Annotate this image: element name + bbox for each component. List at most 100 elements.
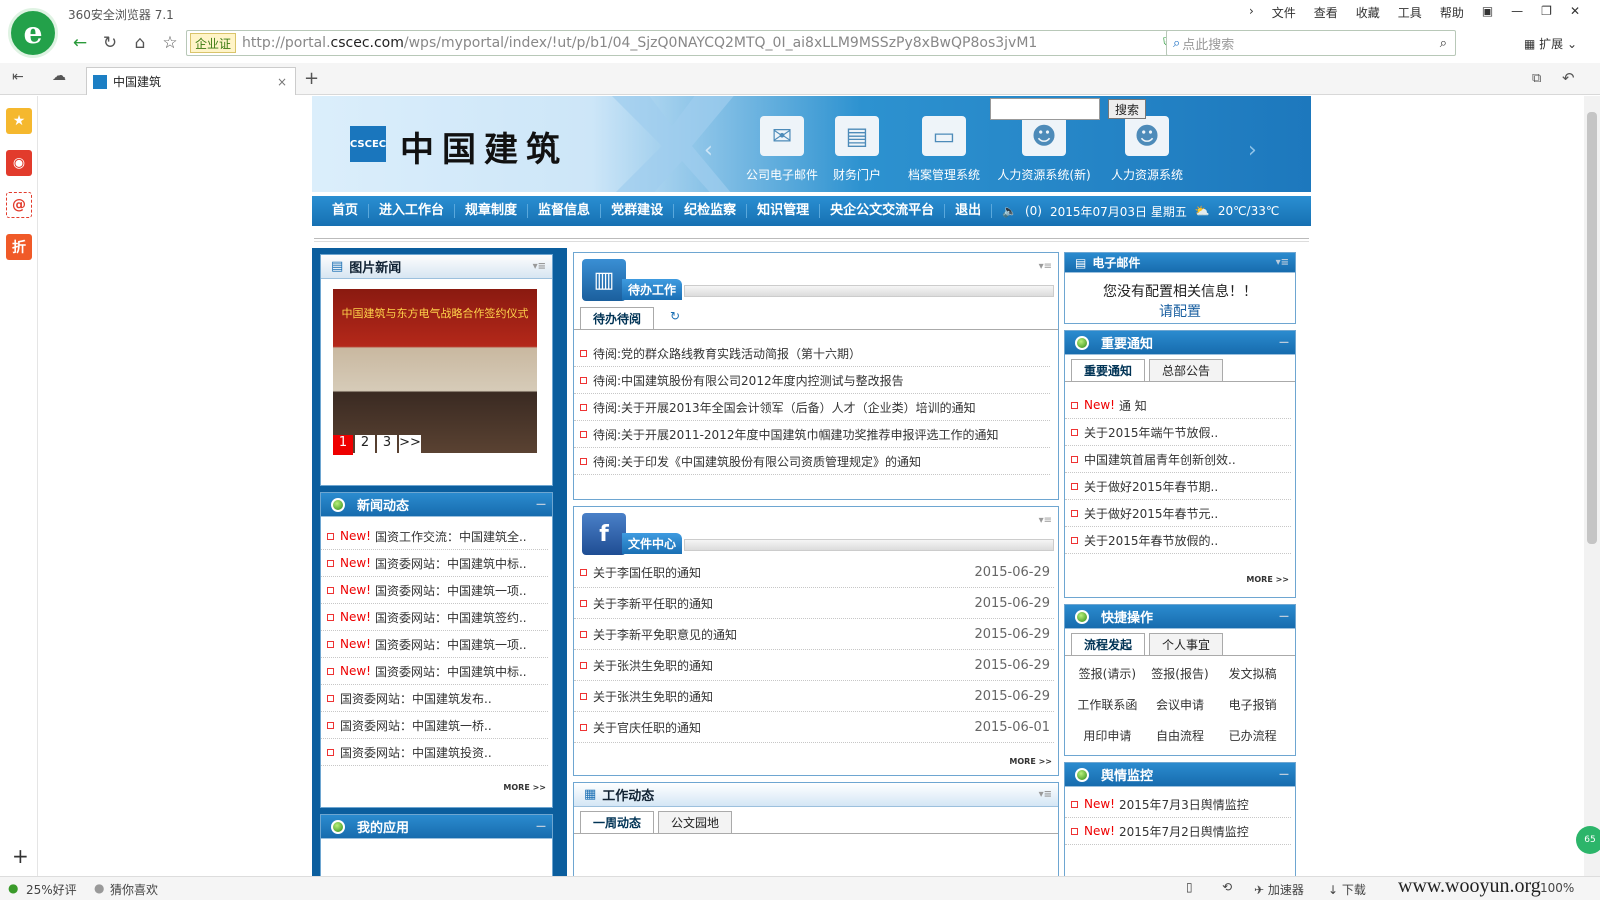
notice-item-text[interactable]: 关于2015年端午节放假.. xyxy=(1084,424,1218,441)
panel-menu-icon[interactable]: ▾≡ xyxy=(1039,261,1052,272)
banner-link-email[interactable]: ✉ 公司电子邮件 xyxy=(742,116,822,183)
skin-icon[interactable]: ▣ xyxy=(1482,4,1493,21)
file-item-text[interactable]: 关于张洪生免职的通知 xyxy=(593,688,713,705)
address-bar[interactable]: 企业证 http://portal.cscec.com/wps/myportal… xyxy=(186,30,1196,56)
new-tab-button[interactable]: + xyxy=(304,68,319,89)
menu-tools[interactable]: 工具 xyxy=(1398,4,1422,21)
todo-item-text[interactable]: 待阅:党的群众路线教育实践活动简报（第十六期） xyxy=(593,345,861,362)
nav-doc-exchange[interactable]: 央企公文交流平台 xyxy=(820,204,946,218)
banner-link-archive[interactable]: ▭ 档案管理系统 xyxy=(896,116,992,183)
banner-prev-icon[interactable]: ‹ xyxy=(704,138,713,163)
menu-favorites[interactable]: 收藏 xyxy=(1356,4,1380,21)
quick-action[interactable]: 工作联系函 xyxy=(1071,695,1144,716)
tab-active[interactable]: 中国建筑 × xyxy=(86,67,296,95)
todo-item-text[interactable]: 待阅:关于印发《中国建筑股份有限公司资质管理规定》的通知 xyxy=(593,453,921,470)
todo-item[interactable]: 待阅:党的群众路线教育实践活动简报（第十六期） xyxy=(574,340,1050,367)
news-more-link[interactable]: MORE >> xyxy=(503,783,546,792)
file-item-text[interactable]: 关于李国任职的通知 xyxy=(593,564,701,581)
pager-1[interactable]: 1 xyxy=(333,435,353,455)
sidebar-toggle-icon[interactable]: ⇤ xyxy=(12,69,24,85)
home-icon[interactable]: ⌂ xyxy=(127,30,153,56)
restore-tabs-icon[interactable]: ⧉ xyxy=(1532,71,1541,86)
notice-item-text[interactable]: 关于做好2015年春节期.. xyxy=(1084,478,1218,495)
news-item-text[interactable]: 国资委网站：中国建筑一项.. xyxy=(375,636,527,653)
email-config-link[interactable]: 请配置 xyxy=(1065,301,1295,321)
discount-icon[interactable]: 折 xyxy=(6,234,32,260)
todo-item-text[interactable]: 待阅:关于开展2011-2012年度中国建筑巾帼建功奖推荐申报评选工作的通知 xyxy=(593,426,998,443)
news-item-text[interactable]: 国资工作交流：中国建筑全.. xyxy=(375,528,527,545)
panel-menu-icon[interactable]: ▾≡ xyxy=(1039,789,1052,800)
news-item-text[interactable]: 国资委网站：中国建筑一桥.. xyxy=(340,717,492,734)
file-item[interactable]: 关于张洪生免职的通知 2015-06-29 xyxy=(574,650,1054,681)
star-icon[interactable]: ☆ xyxy=(157,30,183,56)
panel-menu-icon[interactable]: — xyxy=(1279,337,1289,348)
opinion-item[interactable]: New! 2015年7月3日舆情监控 xyxy=(1065,791,1291,818)
search-icon[interactable]: ⌕ xyxy=(1440,36,1447,51)
banner-next-icon[interactable]: › xyxy=(1248,138,1257,163)
file-item[interactable]: 关于李国任职的通知 2015-06-29 xyxy=(574,557,1054,588)
notice-item[interactable]: New! 通 知 xyxy=(1065,392,1291,419)
undo-close-icon[interactable]: ↶ xyxy=(1562,69,1575,87)
tab-hq-announce[interactable]: 总部公告 xyxy=(1149,359,1224,381)
news-item[interactable]: 国资委网站：中国建筑投资.. xyxy=(321,739,548,766)
email-at-icon[interactable]: @ xyxy=(6,192,32,218)
nav-discipline[interactable]: 纪检监察 xyxy=(674,204,748,218)
back-arrow-icon[interactable]: ← xyxy=(67,30,93,56)
news-item[interactable]: New! 国资委网站：中国建筑签约.. xyxy=(321,604,548,631)
rating-text[interactable]: 25%好评 xyxy=(26,881,77,898)
nav-logout[interactable]: 退出 xyxy=(945,204,993,218)
notice-item[interactable]: 关于2015年春节放假的.. xyxy=(1065,527,1291,554)
search-input[interactable]: ⌕ 点此搜索 ⌕ xyxy=(1166,30,1456,56)
quick-action[interactable]: 签报(请示) xyxy=(1071,664,1144,685)
url-text[interactable]: http://portal.cscec.com/wps/myportal/ind… xyxy=(242,35,1102,51)
search-engine-icon[interactable]: ⌕ xyxy=(1173,36,1180,51)
news-item[interactable]: New! 国资委网站：中国建筑中标.. xyxy=(321,658,548,685)
quick-action[interactable]: 用印申请 xyxy=(1071,726,1144,747)
banner-link-hr-new[interactable]: ☻ 人力资源系统(新) xyxy=(990,116,1098,183)
weibo-icon[interactable]: ◉ xyxy=(6,150,32,176)
todo-item[interactable]: 待阅:关于开展2013年全国会计领军（后备）人才（企业类）培训的通知 xyxy=(574,394,1050,421)
todo-item-text[interactable]: 待阅:关于开展2013年全国会计领军（后备）人才（企业类）培训的通知 xyxy=(593,399,976,416)
news-item[interactable]: New! 国资委网站：中国建筑中标.. xyxy=(321,550,548,577)
opinion-item[interactable]: New! 2015年7月2日舆情监控 xyxy=(1065,818,1291,845)
notices-more-link[interactable]: MORE >> xyxy=(1246,575,1289,584)
tab-close-icon[interactable]: × xyxy=(277,75,287,89)
panel-menu-icon[interactable]: ▾≡ xyxy=(1039,515,1052,526)
enterprise-cert-badge[interactable]: 企业证 xyxy=(190,33,237,53)
recommend-text[interactable]: 猜你喜欢 xyxy=(110,881,158,898)
tab-important[interactable]: 重要通知 xyxy=(1071,359,1146,381)
news-item-text[interactable]: 国资委网站：中国建筑一项.. xyxy=(375,582,527,599)
notice-item[interactable]: 中国建筑首届青年创新创效.. xyxy=(1065,446,1291,473)
panel-menu-icon[interactable]: — xyxy=(1279,611,1289,622)
message-count[interactable]: (0) xyxy=(1025,204,1042,218)
download-button[interactable]: ↓ 下载 xyxy=(1328,881,1366,898)
opinion-item-text[interactable]: 2015年7月3日舆情监控 xyxy=(1119,796,1249,813)
news-item[interactable]: New! 国资工作交流：中国建筑全.. xyxy=(321,523,548,550)
news-item-text[interactable]: 国资委网站：中国建筑签约.. xyxy=(375,609,527,626)
news-item[interactable]: New! 国资委网站：中国建筑一项.. xyxy=(321,577,548,604)
todo-item[interactable]: 待阅:中国建筑股份有限公司2012年度内控测试与整改报告 xyxy=(574,367,1050,394)
extensions-button[interactable]: ▦ 扩展 ⌄ xyxy=(1524,35,1577,52)
notice-item[interactable]: 关于2015年端午节放假.. xyxy=(1065,419,1291,446)
cloud-icon[interactable]: ☁ xyxy=(52,68,66,84)
mobile-icon[interactable]: ▯ xyxy=(1186,880,1193,894)
tab-start-flow[interactable]: 流程发起 xyxy=(1071,633,1146,655)
panel-menu-icon[interactable]: ▾≡ xyxy=(1276,257,1289,268)
file-item[interactable]: 关于李新平任职的通知 2015-06-29 xyxy=(574,588,1054,619)
pager-2[interactable]: 2 xyxy=(355,435,375,455)
speaker-icon[interactable]: 🔈 xyxy=(1002,204,1017,218)
nav-rules[interactable]: 规章制度 xyxy=(455,204,529,218)
notice-item[interactable]: 关于做好2015年春节期.. xyxy=(1065,473,1291,500)
news-item[interactable]: New! 国资委网站：中国建筑一项.. xyxy=(321,631,548,658)
nav-workbench[interactable]: 进入工作台 xyxy=(369,204,456,218)
refresh-icon[interactable]: ↻ xyxy=(97,30,123,56)
quick-action[interactable]: 已办流程 xyxy=(1216,726,1289,747)
opinion-item-text[interactable]: 2015年7月2日舆情监控 xyxy=(1119,823,1249,840)
tab-documents[interactable]: 公文园地 xyxy=(658,811,733,833)
nav-home[interactable]: 首页 xyxy=(322,204,370,218)
news-item[interactable]: 国资委网站：中国建筑一桥.. xyxy=(321,712,548,739)
zoom-level[interactable]: 100% xyxy=(1540,881,1574,895)
tab-todo-read[interactable]: 待办待阅 xyxy=(580,307,655,329)
file-item[interactable]: 关于张洪生免职的通知 2015-06-29 xyxy=(574,681,1054,712)
banner-link-finance[interactable]: ▤ 财务门户 xyxy=(822,116,892,183)
